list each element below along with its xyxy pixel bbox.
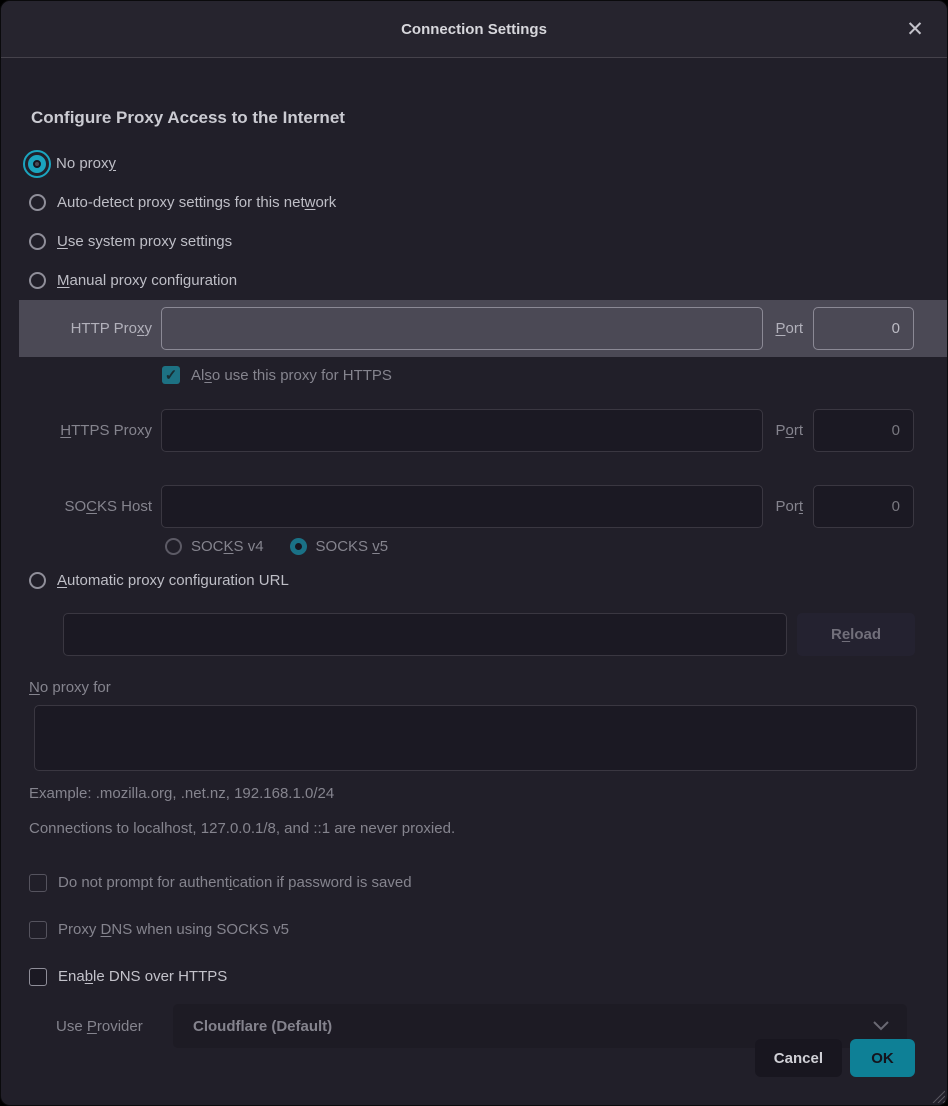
- https-port-input[interactable]: [813, 409, 914, 452]
- cancel-button[interactable]: Cancel: [755, 1039, 842, 1077]
- socks-port-label: Port: [775, 498, 803, 515]
- radio-system-proxy[interactable]: Use system proxy settings: [29, 222, 947, 261]
- radio-manual-proxy[interactable]: Manual proxy configuration: [29, 261, 947, 300]
- radio-icon: [165, 538, 182, 555]
- no-proxy-for-label: No proxy for: [29, 679, 947, 696]
- https-proxy-label: HTTPS Proxy: [31, 422, 161, 439]
- radio-label: Use system proxy settings: [57, 233, 232, 250]
- radio-auto-detect[interactable]: Auto-detect proxy settings for this netw…: [29, 183, 947, 222]
- https-proxy-input[interactable]: [161, 409, 763, 452]
- checkbox-icon: [29, 968, 47, 986]
- checkbox-label: Enable DNS over HTTPS: [58, 968, 227, 985]
- radio-selected-icon: [290, 538, 307, 555]
- socks-host-row: SOCKS Host Port: [31, 485, 914, 528]
- radio-icon: [29, 194, 46, 211]
- close-icon[interactable]: ✕: [901, 15, 929, 43]
- radio-icon: [29, 572, 46, 589]
- https-proxy-row: HTTPS Proxy Port: [31, 409, 914, 452]
- radio-autoconfig-url[interactable]: Automatic proxy configuration URL: [29, 561, 947, 600]
- no-proxy-for-textarea[interactable]: [34, 705, 917, 771]
- radio-label: No proxy: [56, 155, 116, 172]
- http-port-input[interactable]: [813, 307, 914, 350]
- radio-selected-icon: [28, 155, 46, 173]
- resize-grip[interactable]: [929, 1087, 945, 1103]
- page-title: Configure Proxy Access to the Internet: [31, 108, 917, 128]
- http-proxy-row: HTTP Proxy Port: [19, 300, 947, 357]
- radio-socks-v4[interactable]: SOCKS v4: [165, 538, 264, 555]
- connection-settings-dialog: Connection Settings ✕ Configure Proxy Ac…: [0, 0, 948, 1106]
- provider-selected-value: Cloudflare (Default): [193, 1018, 873, 1035]
- autoconfig-url-input[interactable]: [63, 613, 787, 656]
- checkbox-no-prompt-auth[interactable]: Do not prompt for authentication if pass…: [29, 859, 947, 906]
- http-proxy-label: HTTP Proxy: [31, 320, 161, 337]
- checkbox-proxy-dns-socks5[interactable]: Proxy DNS when using SOCKS v5: [29, 906, 947, 953]
- radio-socks-v5[interactable]: SOCKS v5: [290, 538, 389, 555]
- no-proxy-note-text: Connections to localhost, 127.0.0.1/8, a…: [29, 820, 947, 837]
- radio-icon: [29, 272, 46, 289]
- titlebar: Connection Settings ✕: [1, 1, 947, 58]
- checkbox-label: Also use this proxy for HTTPS: [191, 367, 392, 384]
- radio-label: Automatic proxy configuration URL: [57, 572, 289, 589]
- checkbox-share-proxy[interactable]: ✓ Also use this proxy for HTTPS: [162, 357, 947, 393]
- checkbox-enable-doh[interactable]: Enable DNS over HTTPS: [29, 953, 947, 1000]
- radio-focus-ring: [23, 150, 51, 178]
- reload-button[interactable]: Reload: [797, 613, 915, 656]
- http-port-label: Port: [775, 320, 803, 337]
- checkbox-checked-icon: ✓: [162, 366, 180, 384]
- no-proxy-example-text: Example: .mozilla.org, .net.nz, 192.168.…: [29, 785, 947, 802]
- checkbox-icon: [29, 921, 47, 939]
- checkbox-label: Do not prompt for authentication if pass…: [58, 874, 412, 891]
- socks-port-input[interactable]: [813, 485, 914, 528]
- https-port-label: Port: [775, 422, 803, 439]
- socks-host-input[interactable]: [161, 485, 763, 528]
- http-proxy-input[interactable]: [161, 307, 763, 350]
- radio-label: Auto-detect proxy settings for this netw…: [57, 194, 336, 211]
- provider-label: Use Provider: [56, 1018, 163, 1035]
- dialog-title: Connection Settings: [401, 21, 547, 38]
- radio-label: SOCKS v4: [191, 538, 264, 555]
- socks-version-group: SOCKS v4 SOCKS v5: [165, 538, 947, 555]
- radio-label: SOCKS v5: [316, 538, 389, 555]
- radio-label: Manual proxy configuration: [57, 272, 237, 289]
- checkbox-label: Proxy DNS when using SOCKS v5: [58, 921, 289, 938]
- autoconfig-url-row: Reload: [63, 613, 915, 656]
- checkbox-icon: [29, 874, 47, 892]
- socks-host-label: SOCKS Host: [31, 498, 161, 515]
- footer-buttons: Cancel OK: [755, 1039, 915, 1077]
- chevron-down-icon: [873, 1021, 889, 1031]
- radio-icon: [29, 233, 46, 250]
- ok-button[interactable]: OK: [850, 1039, 915, 1077]
- radio-no-proxy[interactable]: No proxy: [29, 144, 947, 183]
